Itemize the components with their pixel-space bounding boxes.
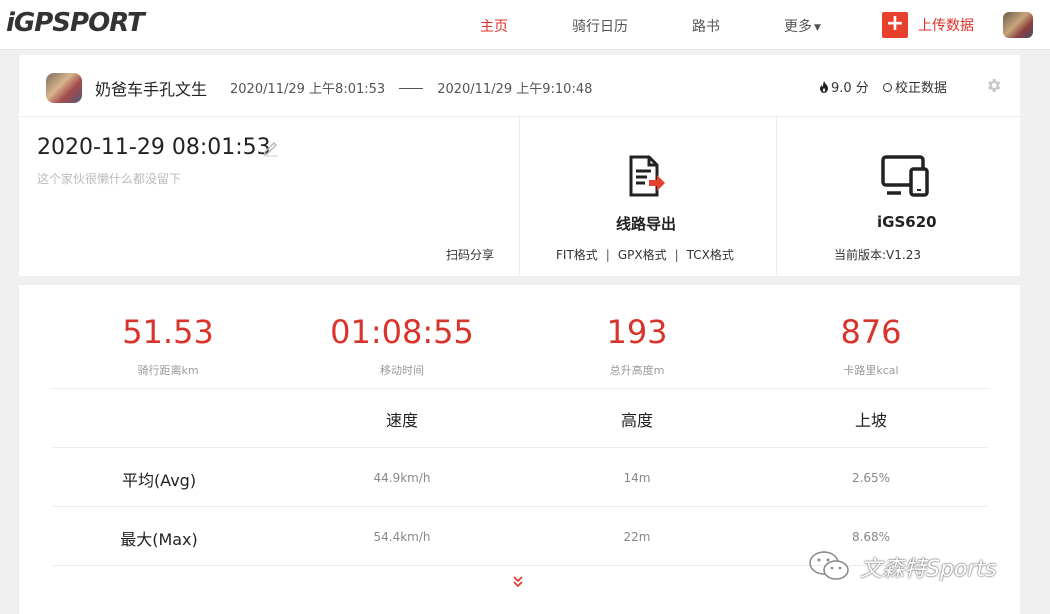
- nav-ride-calendar[interactable]: 骑行日历: [572, 16, 628, 36]
- gear-icon[interactable]: [985, 77, 1002, 98]
- double-chevron-down-icon[interactable]: [511, 574, 525, 593]
- export-tcx-link[interactable]: TCX格式: [687, 248, 734, 262]
- row-label-max: 最大(Max): [120, 530, 198, 549]
- time-range-dash: [399, 88, 424, 89]
- table-header-speed: 速度: [385, 411, 418, 430]
- stat-elevation-value: 193: [606, 313, 668, 351]
- watermark-text: 文森特Sports: [860, 557, 997, 582]
- ride-description: 这个家伙很懒什么都没留下: [37, 172, 182, 186]
- scan-share-link[interactable]: 扫码分享: [446, 246, 494, 263]
- avg-altitude: 14m: [623, 471, 651, 485]
- ride-start-time: 2020/11/29 上午8:01:53: [230, 82, 386, 97]
- nav-home[interactable]: 主页: [480, 16, 508, 36]
- export-fit-link[interactable]: FIT格式: [556, 248, 598, 262]
- divider: [519, 117, 520, 276]
- divider: [52, 447, 988, 448]
- table-header-altitude: 高度: [620, 411, 653, 430]
- calibrate-label: 校正数据: [895, 81, 948, 96]
- stat-distance-value: 51.53: [122, 313, 214, 351]
- avg-speed: 44.9km/h: [373, 471, 431, 485]
- devices-icon: [881, 155, 931, 201]
- stat-moving-time-label: 移动时间: [380, 364, 424, 377]
- max-speed: 54.4km/h: [373, 530, 431, 544]
- divider: [52, 388, 988, 389]
- pencil-edit-icon[interactable]: [262, 139, 280, 161]
- divider: [52, 506, 988, 507]
- stat-calories-label: 卡路里kcal: [843, 364, 899, 377]
- ride-end-time: 2020/11/29 上午9:10:48: [437, 82, 593, 97]
- wechat-icon: [809, 551, 849, 580]
- igpsport-logo[interactable]: iGPSPORT: [6, 8, 145, 38]
- calibrate-data-toggle[interactable]: 校正数据: [883, 77, 947, 96]
- score-value: 9.0 分: [831, 81, 869, 96]
- top-nav-bar: iGPSPORT 主页 骑行日历 路书 更多 ▼ + 上传数据: [0, 0, 1050, 50]
- file-export-icon[interactable]: [627, 155, 665, 201]
- table-header-climb: 上坡: [854, 411, 887, 430]
- ride-time-range: 2020/11/29 上午8:01:53 2020/11/29 上午9:10:48: [230, 78, 592, 97]
- upload-plus-icon[interactable]: +: [882, 12, 908, 38]
- caret-down-icon: ▼: [814, 23, 821, 33]
- export-format-links: FIT格式 | GPX格式 | TCX格式: [556, 246, 734, 263]
- separator: |: [674, 248, 679, 262]
- max-altitude: 22m: [623, 530, 651, 544]
- separator: |: [605, 248, 610, 262]
- rider-avatar[interactable]: [46, 73, 82, 103]
- ride-user-row: 奶爸车手孔文生 2020/11/29 上午8:01:53 2020/11/29 上…: [19, 55, 1020, 117]
- stat-distance-label: 骑行距离km: [137, 364, 199, 377]
- row-label-avg: 平均(Avg): [121, 471, 197, 490]
- device-name: iGS620: [877, 213, 937, 231]
- radio-circle-icon: [883, 83, 892, 92]
- nav-route-book[interactable]: 路书: [692, 16, 720, 36]
- ride-title: 2020-11-29 08:01:53: [37, 135, 271, 160]
- stat-calories-value: 876: [840, 313, 902, 351]
- avg-climb: 2.65%: [851, 471, 891, 485]
- upload-data-link[interactable]: 上传数据: [918, 15, 974, 35]
- route-export-title: 线路导出: [616, 215, 677, 233]
- flame-icon: [820, 81, 828, 93]
- ride-score: 9.0 分: [819, 77, 869, 96]
- divider: [776, 117, 777, 276]
- ride-header-card: 奶爸车手孔文生 2020/11/29 上午8:01:53 2020/11/29 上…: [19, 55, 1020, 276]
- wechat-watermark: 文森特Sports: [806, 548, 1026, 584]
- export-gpx-link[interactable]: GPX格式: [618, 248, 667, 262]
- device-version: 当前版本:V1.23: [834, 248, 921, 262]
- rider-name[interactable]: 奶爸车手孔文生: [95, 76, 207, 100]
- nav-more-dropdown[interactable]: 更多 ▼: [784, 16, 821, 36]
- max-climb: 8.68%: [851, 530, 891, 544]
- stat-moving-time-value: 01:08:55: [330, 313, 474, 351]
- stat-elevation-label: 总升高度m: [609, 364, 665, 377]
- user-avatar[interactable]: [1003, 12, 1033, 38]
- nav-more-label: 更多: [784, 19, 812, 35]
